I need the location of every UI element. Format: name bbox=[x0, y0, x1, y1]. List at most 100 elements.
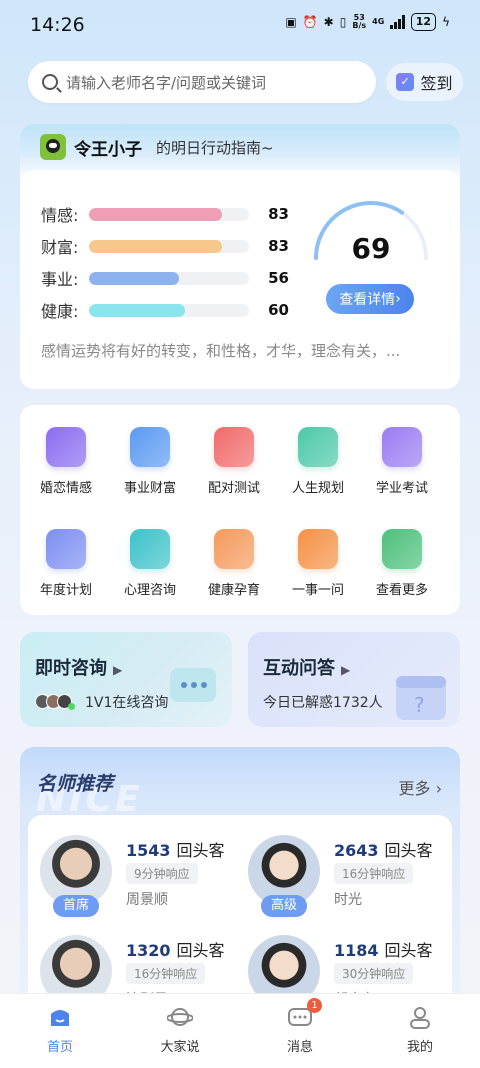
home-icon bbox=[47, 1004, 73, 1030]
metric-label: 财富: bbox=[41, 238, 79, 257]
service-label: 婚恋情感 bbox=[39, 481, 92, 496]
instant-consult-title: 即时咨询 ▶ bbox=[35, 658, 123, 679]
signin-button[interactable]: 签到 bbox=[386, 63, 463, 101]
net-speed: 53 B/s bbox=[352, 13, 367, 30]
master-returning: 1320 回头客 bbox=[126, 941, 225, 960]
metric-value: 83 bbox=[268, 237, 289, 255]
more-link[interactable]: 更多 › bbox=[398, 775, 442, 799]
service-grid: 婚恋情感 事业财富 配对测试 人生规划 学业考试 年度计划 心理咨询 健康孕育 … bbox=[20, 405, 460, 615]
metric-row: 健康: 60 bbox=[41, 294, 289, 326]
tab-label: 我的 bbox=[406, 1040, 433, 1055]
guide-body: 情感: 83 财富: 83 事业: 56 健康: 60 69 查看详情 › 感情运势将… bbox=[20, 170, 460, 389]
master-name: 周景顺 bbox=[126, 892, 168, 908]
service-item[interactable]: 事业财富 bbox=[106, 427, 194, 496]
search-input[interactable]: 请输入老师名字/问题或关键词 bbox=[28, 61, 376, 103]
metric-bars: 情感: 83 财富: 83 事业: 56 健康: 60 bbox=[41, 198, 289, 326]
service-item[interactable]: 一事一问 bbox=[274, 529, 362, 598]
metric-fill bbox=[89, 271, 179, 285]
master-response-tag: 16分钟响应 bbox=[126, 963, 206, 984]
svg-text:?: ? bbox=[414, 693, 425, 717]
tab-message[interactable]: 1 消息 bbox=[260, 998, 340, 1055]
daily-guide-card[interactable]: 令王小子 的明日行动指南~ 情感: 83 财富: 83 事业: 56 健康: 60 6… bbox=[20, 124, 460, 389]
service-item[interactable]: 配对测试 bbox=[190, 427, 278, 496]
unread-badge: 1 bbox=[307, 998, 322, 1013]
guide-summary: 感情运势将有好的转变，和性格，才华，理念有关，... bbox=[41, 342, 401, 360]
bottom-tab-bar: 首页 大家说 1 消息 我的 bbox=[0, 993, 480, 1068]
user-avatar bbox=[40, 134, 66, 160]
status-bar: 14:26 ▣ ⏰ ✱ ▯ 53 B/s 4G 12 ϟ bbox=[0, 0, 480, 50]
metric-row: 事业: 56 bbox=[41, 262, 289, 294]
master-level-badge: 高级 bbox=[261, 895, 307, 917]
heart-screen-icon bbox=[130, 529, 170, 569]
master-returning: 1543 回头客 bbox=[126, 841, 225, 860]
tab-home[interactable]: 首页 bbox=[20, 1004, 100, 1055]
instant-consult-card[interactable]: 即时咨询 ▶ 1V1在线咨询 bbox=[20, 632, 232, 727]
triangle-right-icon: ▶ bbox=[113, 663, 123, 677]
guide-header: 令王小子 的明日行动指南~ bbox=[40, 134, 274, 160]
tab-planet[interactable]: 大家说 bbox=[140, 1004, 220, 1055]
master-response-tag: 30分钟响应 bbox=[334, 963, 414, 984]
master-card[interactable]: 首席 1543 回头客 9分钟响应 周景顺 bbox=[40, 835, 240, 935]
qa-sub: 今日已解惑1732人 bbox=[263, 692, 383, 712]
metric-row: 财富: 83 bbox=[41, 230, 289, 262]
status-icons: ▣ ⏰ ✱ ▯ 53 B/s 4G 12 ϟ bbox=[285, 13, 450, 31]
qa-sub-label: 今日已解惑1732人 bbox=[263, 695, 383, 711]
network-type: 4G bbox=[372, 17, 385, 26]
metric-fill bbox=[89, 207, 222, 221]
interactive-qa-card[interactable]: 互动问答 ▶ 今日已解惑1732人 ? bbox=[248, 632, 460, 727]
scroll-icon bbox=[298, 427, 338, 467]
master-section-title: 名师推荐 bbox=[37, 773, 114, 795]
signin-label: 签到 bbox=[420, 74, 453, 93]
metric-track bbox=[89, 303, 249, 317]
view-detail-button[interactable]: 查看详情 › bbox=[326, 284, 414, 314]
triangle-right-icon: ▶ bbox=[341, 663, 351, 677]
service-item[interactable]: 年度计划 bbox=[22, 529, 110, 598]
service-item[interactable]: 学业考试 bbox=[358, 427, 446, 496]
service-label: 事业财富 bbox=[123, 481, 176, 496]
service-label: 配对测试 bbox=[207, 481, 260, 496]
master-card[interactable]: 高级 2643 回头客 16分钟响应 时光 bbox=[248, 835, 448, 935]
service-item[interactable]: 心理咨询 bbox=[106, 529, 194, 598]
master-level-badge: 首席 bbox=[53, 895, 99, 917]
service-label: 学业考试 bbox=[375, 481, 428, 496]
vibrate-icon: ▯ bbox=[339, 15, 347, 29]
metric-fill bbox=[89, 303, 185, 317]
chevron-right-icon: › bbox=[435, 779, 442, 798]
service-item[interactable]: 婚恋情感 bbox=[22, 427, 110, 496]
calendar-question-icon: ? bbox=[396, 676, 446, 720]
nfc-icon: ▣ bbox=[285, 15, 297, 29]
service-label: 查看更多 bbox=[375, 583, 428, 598]
metric-track bbox=[89, 239, 249, 253]
qa-title: 互动问答 ▶ bbox=[263, 658, 351, 679]
instant-consult-label: 1V1在线咨询 bbox=[85, 695, 169, 711]
service-item[interactable]: 查看更多 bbox=[358, 529, 446, 598]
magnifier-hand-icon bbox=[214, 529, 254, 569]
master-response-tag: 9分钟响应 bbox=[126, 863, 198, 884]
service-label: 人生规划 bbox=[291, 481, 344, 496]
master-returning: 1184 回头客 bbox=[334, 941, 433, 960]
service-item[interactable]: 健康孕育 bbox=[190, 529, 278, 598]
chat-bubble-icon bbox=[170, 668, 216, 702]
money-bag-icon bbox=[130, 427, 170, 467]
service-label: 一事一问 bbox=[291, 583, 344, 598]
guide-subtitle: 的明日行动指南~ bbox=[156, 138, 274, 157]
metric-label: 情感: bbox=[41, 206, 79, 225]
service-label: 心理咨询 bbox=[123, 583, 176, 598]
charging-icon: ϟ bbox=[442, 15, 450, 29]
note-icon bbox=[298, 529, 338, 569]
service-label: 健康孕育 bbox=[207, 583, 260, 598]
status-time: 14:26 bbox=[30, 14, 85, 36]
tab-label: 大家说 bbox=[160, 1040, 200, 1055]
service-label: 年度计划 bbox=[39, 583, 92, 598]
search-icon bbox=[42, 74, 58, 90]
metric-fill bbox=[89, 239, 222, 253]
metric-value: 60 bbox=[268, 301, 289, 319]
service-item[interactable]: 人生规划 bbox=[274, 427, 362, 496]
guide-score: 69 bbox=[351, 232, 391, 265]
alarm-icon: ⏰ bbox=[302, 15, 318, 29]
chevron-right-icon: › bbox=[395, 291, 401, 307]
consultant-avatars bbox=[35, 694, 79, 710]
love-letter-icon bbox=[46, 427, 86, 467]
tab-profile[interactable]: 我的 bbox=[380, 1004, 460, 1055]
metric-value: 83 bbox=[268, 205, 289, 223]
